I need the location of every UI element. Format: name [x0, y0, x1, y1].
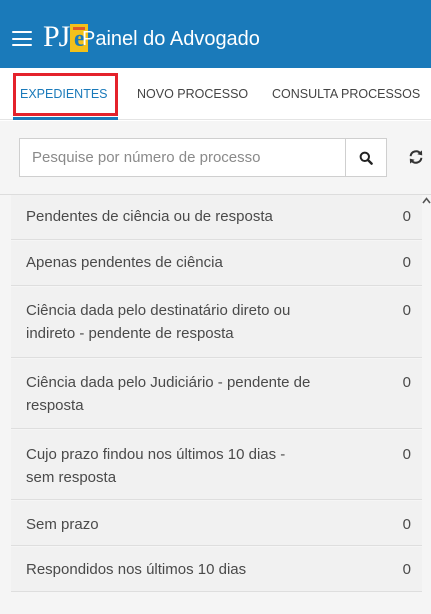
item-count: 0	[402, 208, 411, 225]
list-item[interactable]: Pendentes de ciência ou de resposta 0	[11, 195, 422, 240]
hamburger-menu-icon[interactable]	[12, 31, 32, 47]
item-count: 0	[402, 446, 411, 463]
logo-pj-text: PJ	[43, 20, 70, 53]
item-label: Respondidos nos últimos 10 dias	[26, 561, 247, 578]
item-label: Ciência dada pelo destinatário direto ou…	[26, 302, 291, 342]
refresh-icon	[409, 150, 423, 164]
item-count: 0	[402, 302, 411, 319]
search-icon	[359, 151, 373, 165]
list-item[interactable]: Apenas pendentes de ciência 0	[11, 241, 422, 286]
item-label: Apenas pendentes de ciência	[26, 254, 223, 271]
tab-highlight-box	[13, 73, 118, 116]
expedientes-list: Pendentes de ciência ou de resposta 0 Ap…	[0, 195, 431, 614]
list-item[interactable]: Ciência dada pelo Judiciário - pendente …	[11, 359, 422, 429]
list-item[interactable]: Ciência dada pelo destinatário direto ou…	[11, 287, 422, 358]
scroll-up-arrow-icon[interactable]	[422, 196, 431, 206]
item-count: 0	[402, 516, 411, 533]
search-button[interactable]	[345, 138, 387, 177]
tab-novo-processo[interactable]: NOVO PROCESSO	[137, 68, 248, 120]
list-item[interactable]: Cujo prazo findou nos últimos 10 dias - …	[11, 430, 422, 500]
item-count: 0	[402, 374, 411, 391]
item-label: Ciência dada pelo Judiciário - pendente …	[26, 374, 311, 414]
list-item[interactable]: Respondidos nos últimos 10 dias 0	[11, 547, 422, 592]
item-count: 0	[402, 561, 411, 578]
app-title: Painel do Advogado	[82, 28, 260, 50]
refresh-button[interactable]	[403, 144, 429, 170]
list-item[interactable]: Sem prazo 0	[11, 501, 422, 546]
search-bar	[0, 121, 431, 195]
item-label: Cujo prazo findou nos últimos 10 dias - …	[26, 446, 286, 486]
item-count: 0	[402, 254, 411, 271]
active-tab-indicator	[13, 117, 118, 120]
search-input[interactable]	[19, 138, 345, 177]
tab-consulta-processos[interactable]: CONSULTA PROCESSOS	[272, 68, 420, 120]
item-label: Pendentes de ciência ou de resposta	[26, 208, 273, 225]
app-header: PJ e Painel do Advogado	[0, 0, 431, 68]
item-label: Sem prazo	[26, 516, 99, 533]
